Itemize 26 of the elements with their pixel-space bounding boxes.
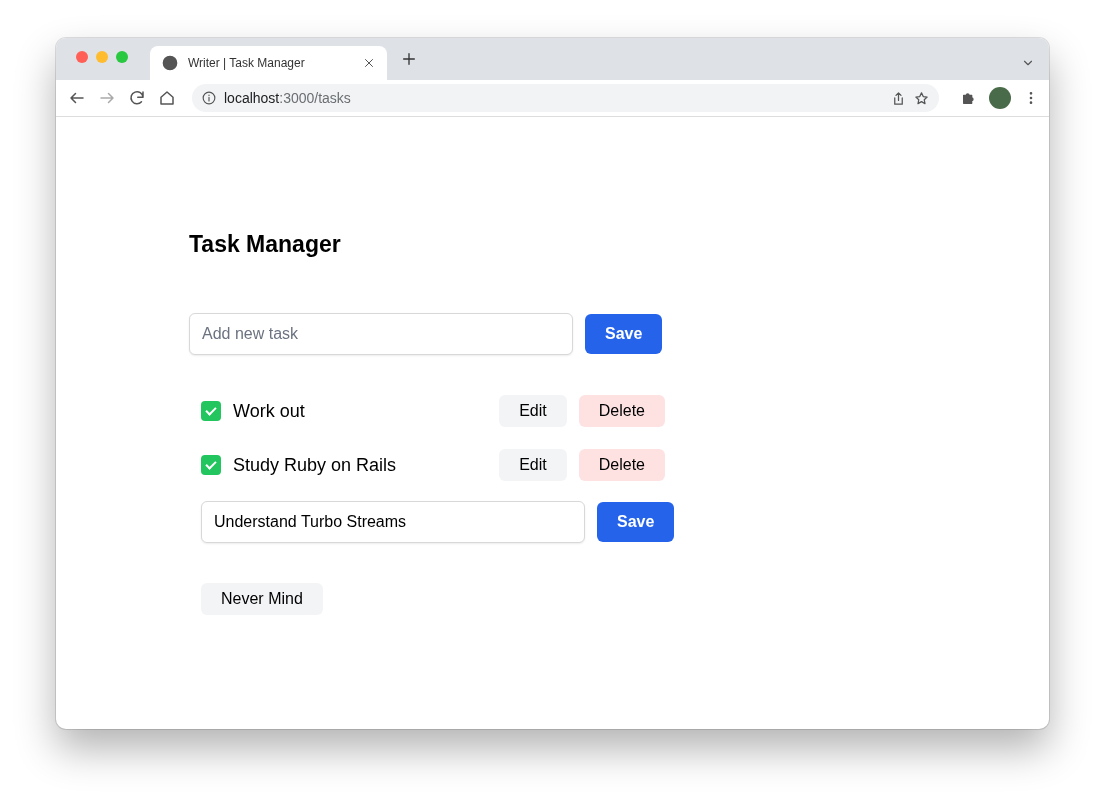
edit-task-field[interactable]: Understand Turbo Streams	[201, 501, 585, 543]
address-bar[interactable]: localhost:3000/tasks	[192, 84, 939, 112]
share-icon[interactable]	[891, 90, 906, 106]
delete-button[interactable]: Delete	[578, 395, 665, 427]
close-icon[interactable]	[363, 57, 375, 69]
tab-title: Writer | Task Manager	[188, 56, 306, 70]
new-tab-icon[interactable]	[401, 51, 417, 67]
info-icon	[202, 91, 216, 105]
save-button[interactable]: Save	[585, 314, 663, 354]
task-checkbox[interactable]	[201, 455, 221, 475]
star-icon[interactable]	[914, 90, 929, 106]
edit-button[interactable]: Edit	[499, 395, 567, 427]
profile-avatar[interactable]	[989, 87, 1011, 109]
task-checkbox[interactable]	[201, 401, 221, 421]
edit-button[interactable]: Edit	[499, 449, 567, 481]
url-text: localhost:3000/tasks	[224, 90, 352, 106]
task-label: Study Ruby on Rails	[233, 454, 398, 476]
page-title: Task Manager	[189, 231, 342, 258]
reload-icon[interactable]	[128, 89, 146, 107]
home-icon[interactable]	[158, 89, 176, 107]
never-mind-button[interactable]: Never Mind	[201, 583, 323, 615]
task-label: Work out	[233, 400, 306, 422]
new-task-field[interactable]: Add new task	[189, 313, 573, 355]
delete-button[interactable]: Delete	[578, 449, 665, 481]
save-button[interactable]: Save	[597, 502, 675, 542]
browser-tab[interactable]: Writer | Task Manager	[150, 46, 387, 80]
